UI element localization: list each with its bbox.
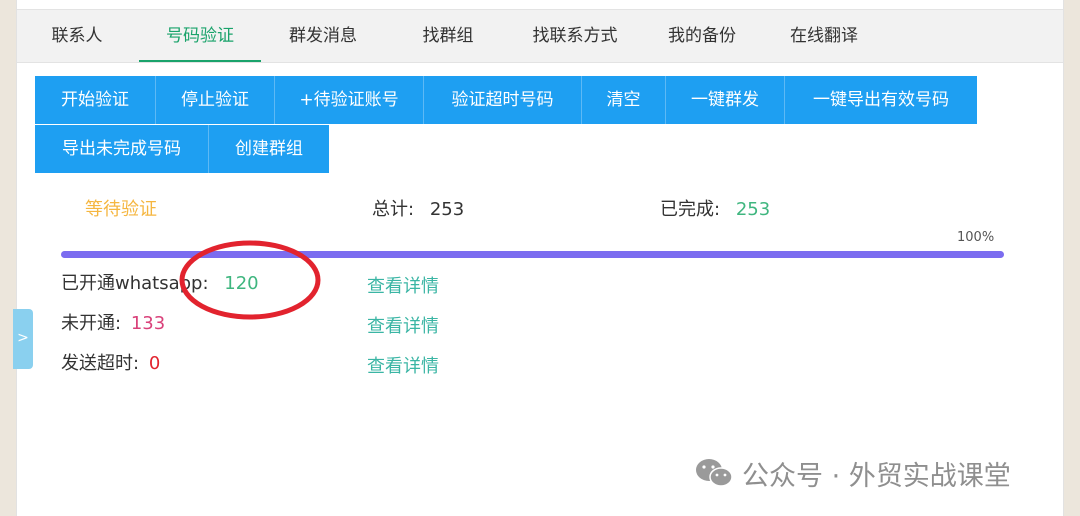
start-verify-button[interactable]: 开始验证 <box>35 76 156 124</box>
tab-find-group[interactable]: 找群组 <box>415 10 481 62</box>
wechat-icon <box>696 459 733 487</box>
watermark: 公众号 · 外贸实战课堂 <box>694 455 1011 492</box>
opened-detail-link[interactable]: 查看详情 <box>367 272 439 298</box>
top-strip <box>17 0 1063 9</box>
timeout-label: 发送超时: <box>61 353 140 374</box>
side-expand-tab[interactable]: > <box>13 309 33 369</box>
not-opened-detail-link[interactable]: 查看详情 <box>367 312 439 338</box>
total-value: 253 <box>429 199 465 220</box>
tab-number-verify[interactable]: 号码验证 <box>139 10 261 62</box>
timeout-numbers-button[interactable]: 验证超时号码 <box>424 76 582 124</box>
tab-contacts[interactable]: 联系人 <box>37 10 117 62</box>
clear-button[interactable]: 清空 <box>582 76 666 124</box>
export-valid-button[interactable]: 一键导出有效号码 <box>785 76 977 124</box>
progress-percent: 100% <box>957 230 995 245</box>
not-opened-value: 133 <box>130 313 166 334</box>
status-text: 等待验证 <box>85 199 157 220</box>
add-pending-button[interactable]: +待验证账号 <box>275 76 424 124</box>
timeout-value: 0 <box>148 353 161 374</box>
tab-broadcast[interactable]: 群发消息 <box>281 10 365 62</box>
stop-verify-button[interactable]: 停止验证 <box>156 76 275 124</box>
watermark-text: 公众号 · 外贸实战课堂 <box>742 460 1011 492</box>
done-value: 253 <box>735 199 771 220</box>
tab-find-contact[interactable]: 找联系方式 <box>525 10 625 62</box>
tab-bar: 联系人 号码验证 群发消息 找群组 找联系方式 我的备份 在线翻译 <box>17 9 1063 63</box>
main-panel: 联系人 号码验证 群发消息 找群组 找联系方式 我的备份 在线翻译 开始验证 停… <box>16 0 1064 516</box>
export-incomplete-button[interactable]: 导出未完成号码 <box>35 125 209 173</box>
background-right <box>1062 0 1080 516</box>
tab-backup[interactable]: 我的备份 <box>660 10 744 62</box>
done-label: 已完成: <box>660 199 721 220</box>
timeout-detail-link[interactable]: 查看详情 <box>367 352 439 378</box>
total-label: 总计: <box>372 199 415 220</box>
not-opened-label: 未开通: <box>61 313 122 334</box>
one-click-send-button[interactable]: 一键群发 <box>666 76 785 124</box>
tab-translate[interactable]: 在线翻译 <box>782 10 866 62</box>
create-group-button[interactable]: 创建群组 <box>209 125 329 173</box>
annotation-circle <box>179 240 321 320</box>
background-left <box>0 0 16 516</box>
